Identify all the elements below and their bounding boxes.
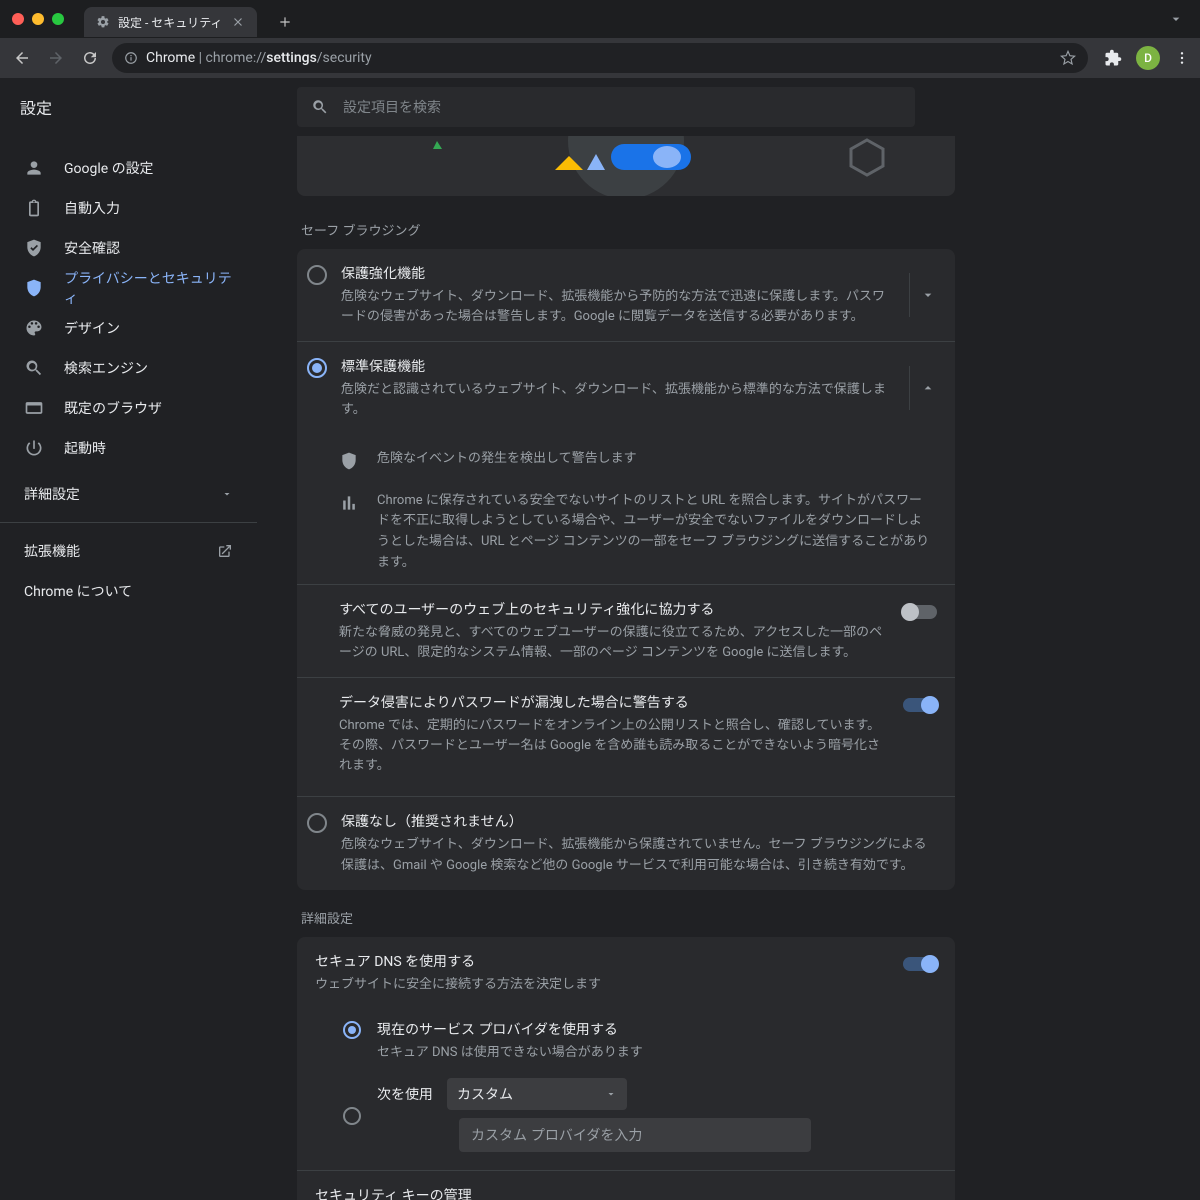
security-keys-row[interactable]: セキュリティ キーの管理 セキュリティ キーをリセットして PIN を作成します [297, 1170, 955, 1200]
sidebar-item-google[interactable]: Google の設定 [0, 148, 257, 188]
dns-current-provider[interactable]: 現在のサービス プロバイダを使用する セキュア DNS は使用できない場合があり… [297, 1009, 955, 1068]
shield-check-icon [24, 238, 44, 258]
sidebar-item-privacy[interactable]: プライバシーとセキュリティ [0, 268, 257, 308]
switch-secure-dns[interactable] [903, 957, 937, 971]
bars-icon [339, 493, 359, 513]
chevron-down-icon [221, 488, 233, 500]
expand-enhanced[interactable] [909, 273, 945, 317]
radio-none[interactable] [307, 813, 327, 833]
switch-help-improve[interactable] [903, 605, 937, 619]
window-tab-strip: 設定 - セキュリティ [0, 0, 1200, 38]
chevron-down-icon [920, 287, 936, 303]
sidebar-about[interactable]: Chrome について [0, 571, 257, 611]
dns-provider-select[interactable]: カスタム [447, 1078, 627, 1110]
sidebar-item-autofill[interactable]: 自動入力 [0, 188, 257, 228]
bookmark-star-icon[interactable] [1060, 50, 1076, 66]
toggle-help-improve: すべてのユーザーのウェブ上のセキュリティ強化に協力する 新たな脅威の発見と、すべ… [297, 584, 955, 677]
sidebar-advanced[interactable]: 詳細設定 [0, 474, 257, 514]
toggle-password-leak: データ侵害によりパスワードが漏洩した場合に警告する Chrome では、定期的に… [297, 677, 955, 790]
reload-button[interactable] [78, 46, 102, 70]
radio-dns-custom[interactable] [343, 1107, 361, 1125]
section-title-advanced: 詳細設定 [301, 908, 951, 927]
hero-illustration [297, 136, 955, 196]
url-text: Chrome | chrome://settings/security [146, 50, 372, 66]
person-icon [24, 158, 44, 178]
safe-browsing-card: 保護強化機能 危険なウェブサイト、ダウンロード、拡張機能から予防的な方法で迅速に… [297, 249, 955, 890]
new-tab-button[interactable] [271, 8, 299, 36]
profile-avatar[interactable]: D [1136, 46, 1160, 70]
clipboard-icon [24, 198, 44, 218]
standard-details: 危険なイベントの発生を検出して警告します Chrome に保存されている安全でな… [297, 435, 955, 797]
settings-sidebar: Google の設定 自動入力 安全確認 プライバシーとセキュリティ デザイン … [0, 136, 257, 1200]
close-window[interactable] [12, 13, 24, 25]
dropdown-arrow-icon [605, 1088, 617, 1100]
search-icon [311, 98, 329, 116]
open-external-icon [217, 543, 233, 559]
radio-standard[interactable] [307, 358, 327, 378]
power-icon [24, 438, 44, 458]
sidebar-extensions[interactable]: 拡張機能 [0, 531, 257, 571]
browser-tab[interactable]: 設定 - セキュリティ [84, 7, 257, 37]
switch-password-leak[interactable] [903, 698, 937, 712]
collapse-standard[interactable] [909, 366, 945, 410]
overflow-menu-icon[interactable] [1174, 50, 1190, 66]
dns-custom-provider[interactable]: 次を使用 カスタム [297, 1068, 955, 1160]
radio-dns-current[interactable] [343, 1021, 361, 1039]
sidebar-item-search[interactable]: 検索エンジン [0, 348, 257, 388]
site-info-icon[interactable] [124, 51, 138, 65]
browser-toolbar: Chrome | chrome://settings/security D [0, 38, 1200, 78]
tab-overflow-icon[interactable] [1164, 7, 1188, 31]
sidebar-item-appearance[interactable]: デザイン [0, 308, 257, 348]
option-enhanced[interactable]: 保護強化機能 危険なウェブサイト、ダウンロード、拡張機能から予防的な方法で迅速に… [297, 249, 955, 342]
forward-button[interactable] [44, 46, 68, 70]
sidebar-item-default-browser[interactable]: 既定のブラウザ [0, 388, 257, 428]
close-tab-icon[interactable] [231, 15, 245, 29]
settings-title: 設定 [20, 95, 52, 119]
chevron-up-icon [920, 380, 936, 396]
settings-icon [96, 15, 110, 29]
search-icon [24, 358, 44, 378]
minimize-window[interactable] [32, 13, 44, 25]
extensions-icon[interactable] [1104, 49, 1122, 67]
section-title-safe-browsing: セーフ ブラウジング [301, 220, 951, 239]
secure-dns-row: セキュア DNS を使用する ウェブサイトに安全に接続する方法を決定します [297, 937, 955, 1009]
settings-search-input[interactable] [341, 98, 901, 116]
palette-icon [24, 318, 44, 338]
browser-icon [24, 398, 44, 418]
shield-icon [339, 451, 359, 471]
window-controls [12, 13, 64, 25]
divider [0, 522, 257, 523]
option-none[interactable]: 保護なし（推奨されません） 危険なウェブサイト、ダウンロード、拡張機能から保護さ… [297, 796, 955, 889]
settings-search[interactable] [297, 87, 915, 127]
sidebar-item-safety[interactable]: 安全確認 [0, 228, 257, 268]
radio-enhanced[interactable] [307, 265, 327, 285]
advanced-card: セキュア DNS を使用する ウェブサイトに安全に接続する方法を決定します 現在… [297, 937, 955, 1200]
shield-icon [24, 278, 44, 298]
tab-title: 設定 - セキュリティ [118, 14, 223, 31]
dns-custom-input[interactable] [459, 1118, 811, 1152]
address-bar[interactable]: Chrome | chrome://settings/security [112, 43, 1088, 73]
settings-header: 設定 [0, 78, 1200, 136]
maximize-window[interactable] [52, 13, 64, 25]
sidebar-item-startup[interactable]: 起動時 [0, 428, 257, 468]
option-standard[interactable]: 標準保護機能 危険だと認識されているウェブサイト、ダウンロード、拡張機能から標準… [297, 342, 955, 434]
back-button[interactable] [10, 46, 34, 70]
